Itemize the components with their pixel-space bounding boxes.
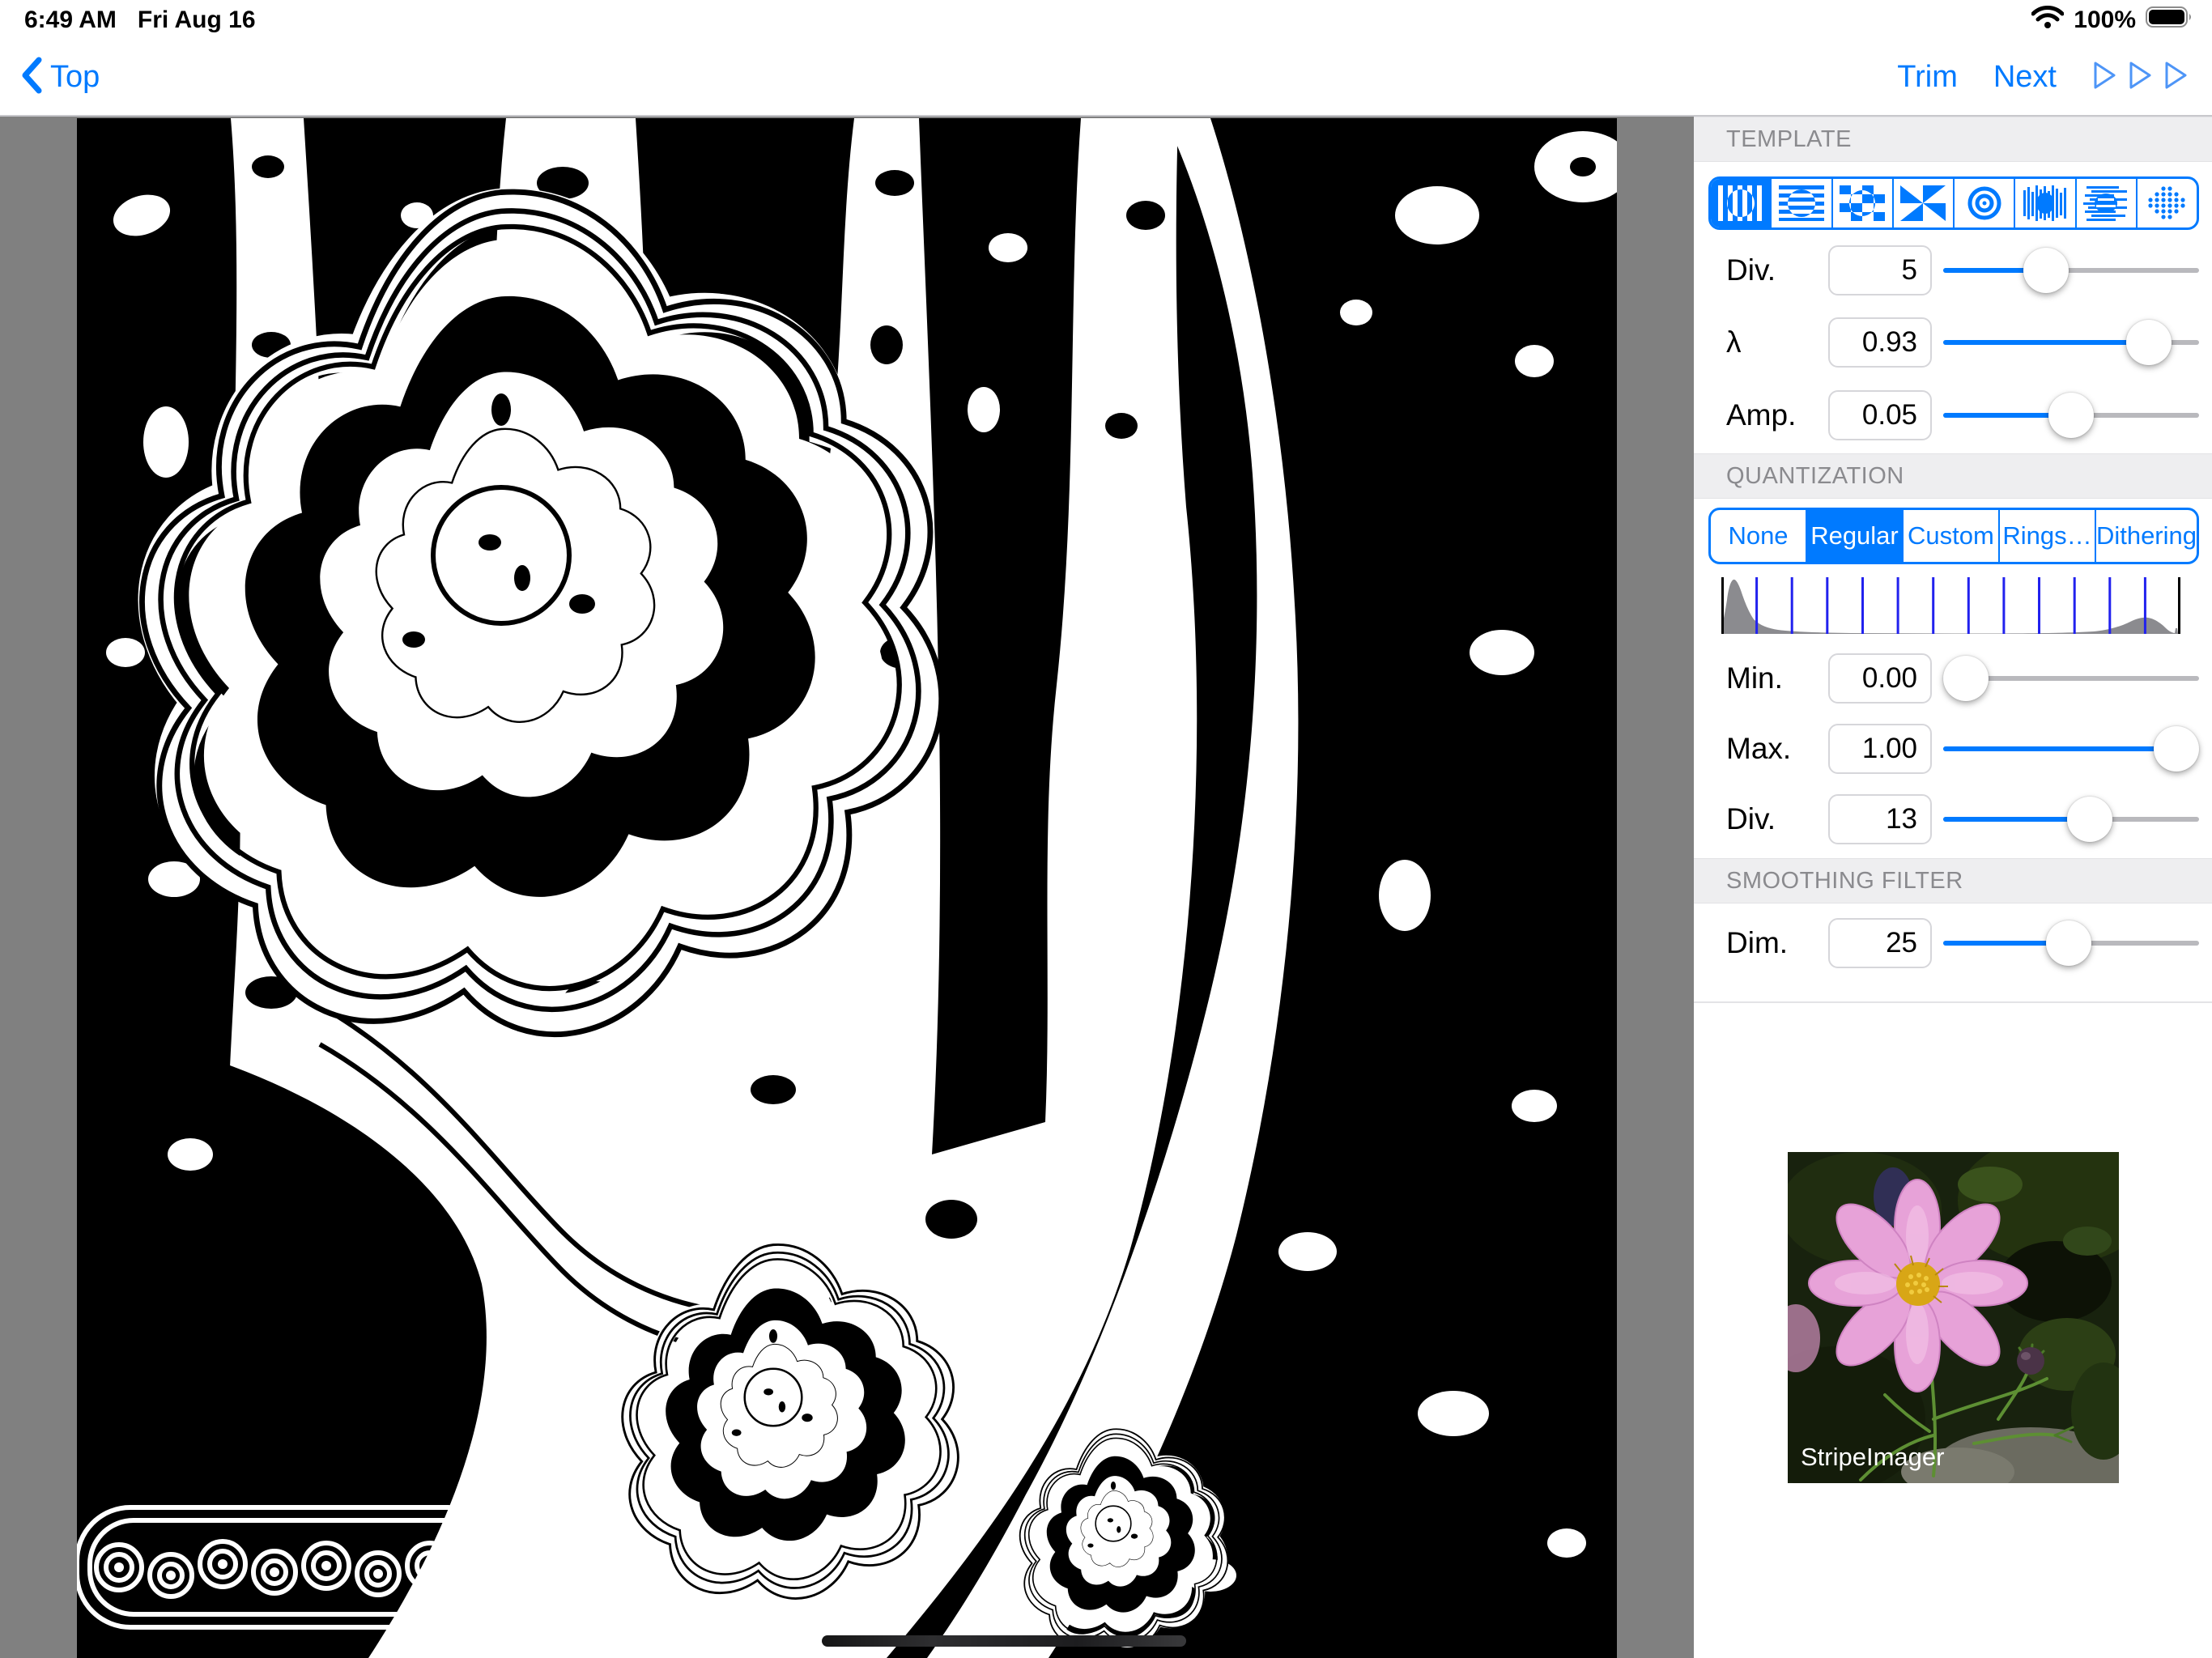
template-halftone-dots[interactable] <box>2136 179 2197 227</box>
smoothing-header-label: SMOOTHING FILTER <box>1726 868 1963 895</box>
param-row-max: Max. 1.00 <box>1694 724 2212 774</box>
template-horizontal-stripes-circle[interactable] <box>1770 179 1831 227</box>
quant-mode-dithering[interactable]: Dithering <box>2095 510 2197 562</box>
min-slider-thumb[interactable] <box>1943 656 1989 701</box>
template-checker-circle[interactable] <box>1831 179 1892 227</box>
next-button[interactable]: Next <box>1993 60 2057 95</box>
quantization-segmented-control: None Regular Custom Rings… Dithering <box>1708 508 2199 564</box>
dim-label: Dim. <box>1726 918 1788 968</box>
amp-slider-thumb[interactable] <box>2048 393 2094 438</box>
template-vertical-stripes-circle[interactable] <box>1711 179 1770 227</box>
template-pinwheel[interactable] <box>1892 179 1953 227</box>
play-step-icon[interactable] <box>2163 61 2188 94</box>
thumbnail-watermark: StripeImager <box>1801 1443 1944 1472</box>
min-value-field[interactable]: 0.00 <box>1828 653 1932 704</box>
param-row-amp: Amp. 0.05 <box>1694 390 2212 440</box>
play-step-icon[interactable] <box>2092 61 2116 94</box>
amp-slider[interactable] <box>1943 390 2199 440</box>
template-horizontal-lines-noise[interactable] <box>2075 179 2136 227</box>
min-label: Min. <box>1726 653 1783 704</box>
param-row-qdiv: Div. 13 <box>1694 794 2212 844</box>
dim-slider-thumb[interactable] <box>2046 920 2091 966</box>
back-button[interactable]: Top <box>21 39 100 115</box>
clock: 6:49 AM <box>24 6 117 34</box>
play-step-icon[interactable] <box>2128 61 2152 94</box>
dim-value-field[interactable]: 25 <box>1828 918 1932 968</box>
lambda-value-field[interactable]: 0.93 <box>1828 317 1932 368</box>
div-slider-thumb[interactable] <box>2023 248 2069 293</box>
template-section-header: TEMPLATE <box>1694 117 2212 162</box>
levels-histogram[interactable] <box>1721 577 2180 634</box>
processed-image[interactable] <box>77 118 1617 1658</box>
section-divider <box>1694 1001 2212 1003</box>
div-label: Div. <box>1726 245 1776 295</box>
template-concentric-rings[interactable] <box>1953 179 2014 227</box>
qdiv-value-field[interactable]: 13 <box>1828 794 1932 844</box>
wifi-icon <box>2031 5 2064 36</box>
lambda-slider-thumb[interactable] <box>2126 320 2172 365</box>
template-segmented-control <box>1708 176 2199 230</box>
back-label: Top <box>50 60 100 95</box>
div-slider[interactable] <box>1943 245 2199 295</box>
param-row-dim: Dim. 25 <box>1694 918 2212 968</box>
status-bar: 6:49 AM Fri Aug 16 100% <box>0 0 2212 39</box>
dim-slider[interactable] <box>1943 918 2199 968</box>
param-row-lambda: λ 0.93 <box>1694 317 2212 368</box>
app-window: 6:49 AM Fri Aug 16 100% <box>0 0 2212 1658</box>
navigation-bar: Top Trim Next <box>0 39 2212 117</box>
div-value-field[interactable]: 5 <box>1828 245 1932 295</box>
param-row-min: Min. 0.00 <box>1694 653 2212 704</box>
quant-mode-regular[interactable]: Regular <box>1806 510 1902 562</box>
qdiv-label: Div. <box>1726 794 1776 844</box>
lambda-slider[interactable] <box>1943 317 2199 368</box>
max-slider-thumb[interactable] <box>2154 726 2199 772</box>
max-value-field[interactable]: 1.00 <box>1828 724 1932 774</box>
amp-value-field[interactable]: 0.05 <box>1828 390 1932 440</box>
param-row-div: Div. 5 <box>1694 245 2212 295</box>
step-buttons <box>2092 61 2188 94</box>
qdiv-slider-thumb[interactable] <box>2067 797 2112 842</box>
control-panel: TEMPLATE <box>1694 117 2212 1658</box>
qdiv-slider[interactable] <box>1943 794 2199 844</box>
battery-icon <box>2146 5 2194 36</box>
lambda-label: λ <box>1726 317 1742 368</box>
template-vertical-lines-noise[interactable] <box>2014 179 2074 227</box>
home-indicator[interactable] <box>822 1635 1186 1647</box>
template-header-label: TEMPLATE <box>1726 126 1852 153</box>
quant-mode-custom[interactable]: Custom <box>1902 510 1998 562</box>
status-right: 100% <box>2031 5 2194 36</box>
quant-mode-none[interactable]: None <box>1711 510 1806 562</box>
quantization-header-label: QUANTIZATION <box>1726 463 1904 490</box>
max-slider[interactable] <box>1943 724 2199 774</box>
status-left: 6:49 AM Fri Aug 16 <box>24 6 256 34</box>
source-image-thumbnail[interactable]: StripeImager <box>1788 1152 2119 1483</box>
date: Fri Aug 16 <box>138 6 256 34</box>
amp-label: Amp. <box>1726 390 1796 440</box>
battery-percent: 100% <box>2074 6 2136 34</box>
back-chevron-icon <box>21 57 42 98</box>
trim-button[interactable]: Trim <box>1897 60 1958 95</box>
max-label: Max. <box>1726 724 1791 774</box>
nav-actions: Trim Next <box>1897 39 2188 115</box>
quantization-section-header: QUANTIZATION <box>1694 453 2212 499</box>
min-slider[interactable] <box>1943 653 2199 704</box>
quant-mode-rings[interactable]: Rings… <box>1998 510 2095 562</box>
smoothing-section-header: SMOOTHING FILTER <box>1694 858 2212 903</box>
